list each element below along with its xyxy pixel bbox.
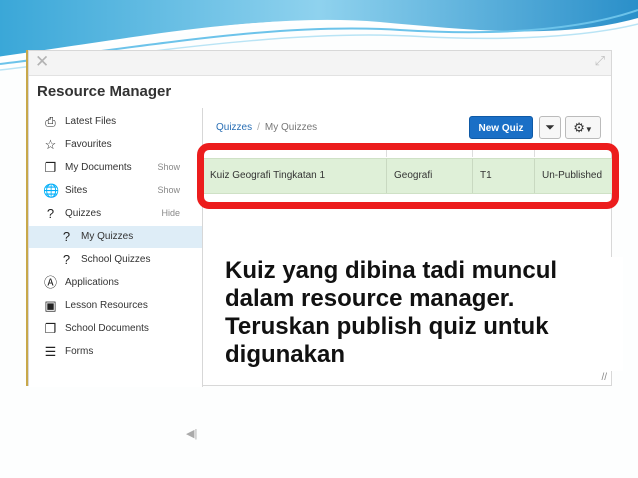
briefcase-icon: ▣ (44, 298, 57, 313)
sidebar-item-forms[interactable]: ☰ Forms (29, 341, 202, 363)
sidebar: ⎙ Latest Files ☆ Favourites ❐ My Documen… (29, 108, 203, 440)
sidebar-item-my-quizzes[interactable]: ? My Quizzes (29, 226, 202, 248)
sidebar-item-my-documents[interactable]: ❐ My Documents Show (29, 157, 202, 179)
sidebar-item-label: School Quizzes (81, 254, 151, 265)
sidebar-item-label: Quizzes (65, 208, 102, 219)
sidebar-item-label: Applications (65, 277, 119, 288)
sidebar-item-lesson-resources[interactable]: ▣ Lesson Resources (29, 295, 202, 317)
hide-toggle[interactable]: Hide (161, 208, 180, 218)
quiz-icon: ? (62, 252, 71, 267)
quiz-icon: ? (62, 229, 71, 244)
printer-icon: ⎙ (45, 114, 56, 129)
breadcrumb-current: My Quizzes (264, 122, 318, 133)
show-toggle[interactable]: Show (157, 185, 180, 195)
sidebar-item-latest-files[interactable]: ⎙ Latest Files (29, 111, 202, 133)
collapse-sidebar-icon[interactable]: ◀| (186, 427, 197, 440)
breadcrumb: Quizzes / My Quizzes (216, 122, 317, 133)
sidebar-item-label: Lesson Resources (65, 300, 148, 311)
breadcrumb-separator: / (257, 122, 260, 133)
sidebar-item-quizzes[interactable]: ? Quizzes Hide (29, 203, 202, 225)
slide-caption: Kuiz yang dibina tadi muncul dalam resou… (223, 257, 623, 371)
sidebar-item-sites[interactable]: 🌐 Sites Show (29, 180, 202, 202)
star-icon: ☆ (44, 137, 57, 152)
chevron-down-icon: ▼ (584, 125, 593, 134)
sidebar-item-school-quizzes[interactable]: ? School Quizzes (29, 249, 202, 271)
close-icon[interactable]: ✕ (35, 53, 49, 71)
expand-icon[interactable]: ⤢ (595, 53, 605, 69)
show-toggle[interactable]: Show (157, 162, 180, 172)
apps-icon: Ⓐ (43, 275, 57, 290)
sidebar-item-school-documents[interactable]: ❐ School Documents (29, 318, 202, 340)
sidebar-item-label: Forms (65, 346, 94, 357)
resize-handle-icon[interactable]: // (601, 372, 607, 383)
sidebar-item-label: My Quizzes (81, 231, 134, 242)
documents-icon: ❐ (44, 160, 57, 175)
sidebar-item-label: My Documents (65, 162, 132, 173)
quiz-icon: ? (46, 206, 55, 221)
sidebar-item-label: School Documents (65, 323, 149, 334)
new-quiz-button[interactable]: New Quiz (469, 116, 533, 139)
sidebar-item-applications[interactable]: Ⓐ Applications (29, 272, 202, 294)
filter-button[interactable]: ⏷ (539, 116, 561, 139)
red-highlight-box (197, 143, 619, 209)
list-icon: ☰ (44, 344, 57, 359)
filter-icon: ⏷ (545, 120, 555, 134)
settings-menu-button[interactable]: ⚙▼ (565, 116, 601, 139)
window-topbar: ✕ ⤢ (29, 51, 611, 76)
gear-icon: ⚙ (573, 120, 585, 135)
sidebar-item-label: Sites (65, 185, 88, 196)
sidebar-item-label: Latest Files (65, 116, 117, 127)
documents-icon: ❐ (44, 321, 57, 336)
sidebar-item-label: Favourites (65, 139, 112, 150)
sidebar-item-favourites[interactable]: ☆ Favourites (29, 134, 202, 156)
breadcrumb-link-quizzes[interactable]: Quizzes (216, 122, 252, 133)
window-title: Resource Manager (37, 83, 172, 100)
globe-icon: 🌐 (43, 183, 60, 198)
